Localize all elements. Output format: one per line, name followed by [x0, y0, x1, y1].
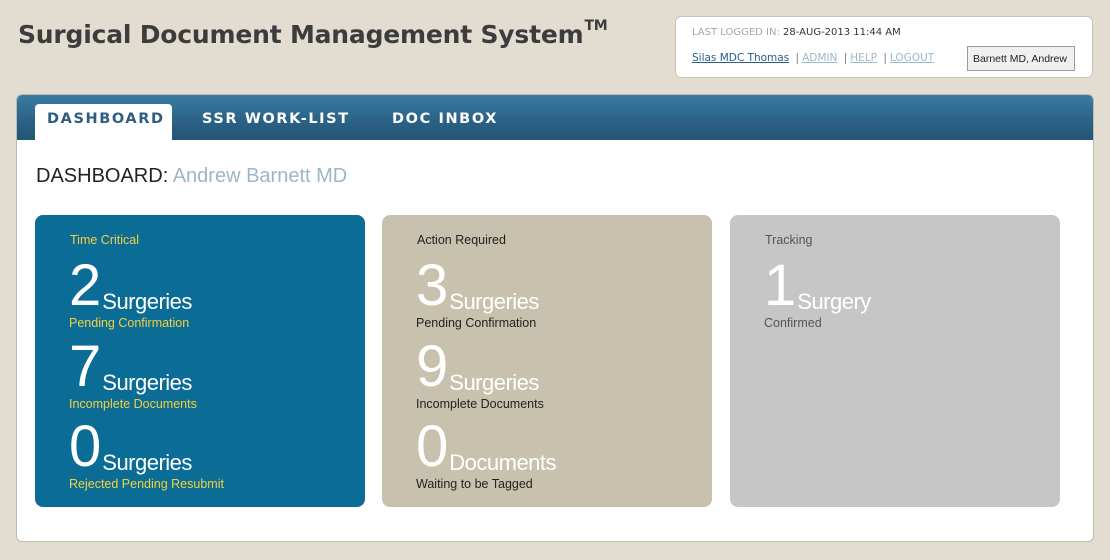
- app-title-text: Surgical Document Management System: [18, 20, 584, 49]
- admin-link[interactable]: ADMIN: [802, 52, 837, 64]
- page-title: DASHBOARD: Andrew Barnett MD: [36, 165, 347, 188]
- time-critical-card: Time Critical 2Surgeries Pending Confirm…: [35, 215, 365, 507]
- session-panel: LAST LOGGED IN: 28-AUG-2013 11:44 AM Sil…: [675, 16, 1093, 78]
- stat-unit: Surgeries: [102, 370, 192, 395]
- app-title: Surgical Document Management SystemTM: [18, 18, 608, 49]
- stat-value: 9: [416, 334, 449, 399]
- stat-value: 0: [416, 414, 449, 479]
- stat-item[interactable]: 9Surgeries Incomplete Documents: [416, 334, 544, 412]
- tracking-card: Tracking 1Surgery Confirmed: [730, 215, 1060, 507]
- stat-unit: Surgeries: [449, 370, 539, 395]
- tab-bar: DASHBOARD SSR WORK-LIST DOC INBOX: [17, 95, 1093, 140]
- card-title: Action Required: [417, 233, 506, 247]
- stat-label: Incomplete Documents: [416, 397, 544, 411]
- stat-label: Rejected Pending Resubmit: [69, 477, 224, 491]
- stat-label: Incomplete Documents: [69, 397, 197, 411]
- stat-unit: Surgeries: [102, 450, 192, 475]
- stat-unit: Surgery: [797, 289, 871, 314]
- tab-doc-inbox[interactable]: DOC INBOX: [392, 104, 498, 140]
- link-separator: |: [883, 52, 887, 64]
- card-title: Time Critical: [70, 233, 139, 247]
- main-panel: DASHBOARD SSR WORK-LIST DOC INBOX DASHBO…: [16, 94, 1094, 542]
- action-required-card: Action Required 3Surgeries Pending Confi…: [382, 215, 712, 507]
- last-logged-value: 28-AUG-2013 11:44 AM: [783, 27, 901, 38]
- card-title: Tracking: [765, 233, 813, 247]
- user-links: Silas MDC Thomas | ADMIN | HELP | LOGOUT: [692, 52, 934, 64]
- tab-ssr-work-list[interactable]: SSR WORK-LIST: [202, 104, 350, 140]
- stat-value: 7: [69, 334, 102, 399]
- stat-item[interactable]: 2Surgeries Pending Confirmation: [69, 253, 192, 331]
- help-link[interactable]: HELP: [850, 52, 877, 64]
- trademark-mark: TM: [584, 18, 608, 34]
- stat-value: 2: [69, 253, 102, 318]
- user-name-link[interactable]: Silas MDC Thomas: [692, 52, 789, 64]
- stat-unit: Surgeries: [102, 289, 192, 314]
- page-title-user: Andrew Barnett MD: [172, 165, 348, 187]
- stat-value: 0: [69, 414, 102, 479]
- stat-label: Confirmed: [764, 316, 822, 330]
- stat-item[interactable]: 1Surgery Confirmed: [764, 253, 871, 331]
- stat-item[interactable]: 3Surgeries Pending Confirmation: [416, 253, 539, 331]
- link-separator: |: [795, 52, 800, 64]
- provider-select[interactable]: Barnett MD, Andrew: [967, 46, 1075, 71]
- stat-item[interactable]: 0Documents Waiting to be Tagged: [416, 414, 557, 492]
- stat-value: 3: [416, 253, 449, 318]
- logout-link[interactable]: LOGOUT: [890, 52, 934, 64]
- page-title-prefix: DASHBOARD:: [36, 165, 169, 187]
- last-logged-in: LAST LOGGED IN: 28-AUG-2013 11:44 AM: [692, 27, 901, 38]
- stat-unit: Surgeries: [449, 289, 539, 314]
- link-separator: |: [843, 52, 848, 64]
- stat-label: Pending Confirmation: [416, 316, 537, 330]
- tab-dashboard[interactable]: DASHBOARD: [35, 104, 172, 140]
- stat-item[interactable]: 7Surgeries Incomplete Documents: [69, 334, 197, 412]
- stat-label: Waiting to be Tagged: [416, 477, 533, 491]
- stat-value: 1: [764, 253, 797, 318]
- stat-item[interactable]: 0Surgeries Rejected Pending Resubmit: [69, 414, 224, 492]
- stat-label: Pending Confirmation: [69, 316, 190, 330]
- last-logged-label: LAST LOGGED IN:: [692, 27, 780, 38]
- stat-unit: Documents: [449, 450, 557, 475]
